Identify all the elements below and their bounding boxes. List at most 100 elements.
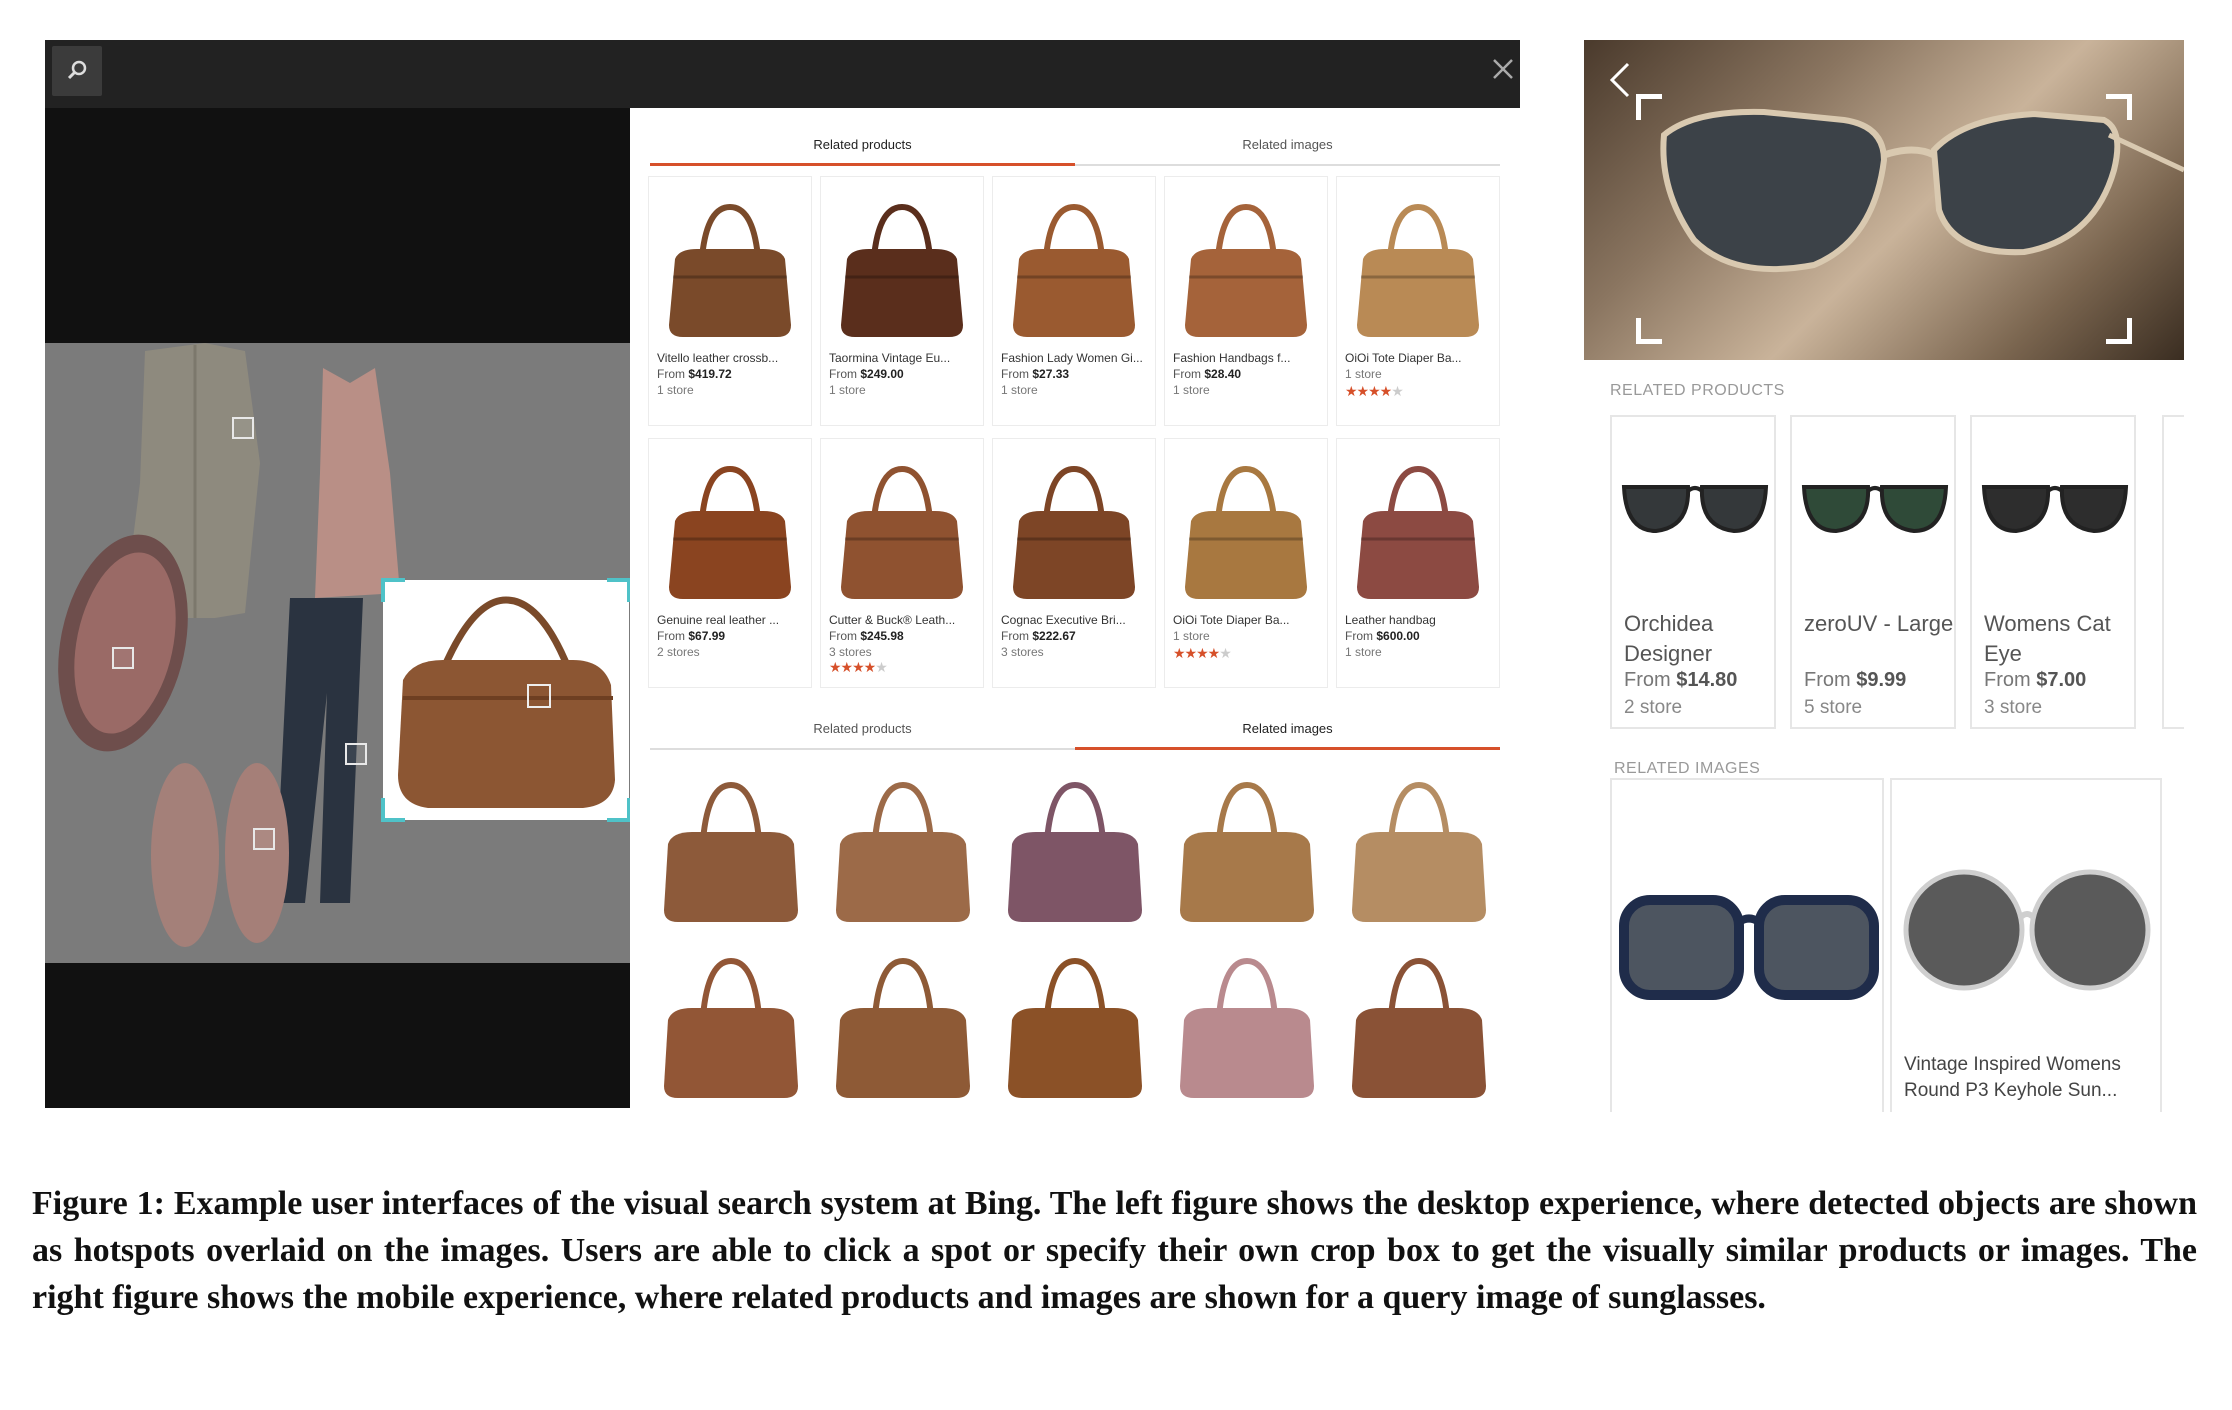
product-name[interactable]: Orchidea Designer xyxy=(1624,609,1774,669)
hotspot-shoes[interactable] xyxy=(253,828,275,850)
product-price: From $9.99 xyxy=(1804,669,1906,692)
product-card[interactable]: Cognac Executive Bri... From $222.67 3 sto… xyxy=(992,438,1156,688)
product-card[interactable]: Orchidea Designer From $14.80 2 store xyxy=(1610,415,1776,729)
back-arrow-icon[interactable] xyxy=(1606,60,1634,100)
product-title[interactable]: Cognac Executive Bri... xyxy=(1001,613,1151,627)
product-image[interactable] xyxy=(657,187,803,347)
price-value: $9.99 xyxy=(1856,669,1907,691)
crop-corner[interactable] xyxy=(1636,318,1662,344)
mobile-experience: RELATED PRODUCTS Orchidea Designer From $… xyxy=(1584,40,2184,1112)
price-prefix: From xyxy=(1984,669,2031,691)
product-card[interactable]: Genuine real leather ... From $67.99 2 sto… xyxy=(648,438,812,688)
product-title[interactable]: Leather handbag xyxy=(1345,613,1495,627)
product-card[interactable]: Fashion Handbags f... From $28.40 1 store xyxy=(1164,176,1328,426)
related-image[interactable] xyxy=(820,936,986,1108)
product-image[interactable] xyxy=(829,187,975,347)
product-image[interactable] xyxy=(1796,457,1954,557)
close-icon[interactable] xyxy=(1488,54,1518,84)
product-title[interactable]: OiOi Tote Diaper Ba... xyxy=(1345,351,1495,365)
crop-box[interactable] xyxy=(381,578,631,822)
store-count: 1 store xyxy=(1001,383,1038,397)
product-price: From $67.99 xyxy=(657,629,725,643)
related-image[interactable] xyxy=(1336,936,1502,1108)
related-image[interactable] xyxy=(820,760,986,932)
product-price: From $419.72 xyxy=(657,367,732,381)
product-card[interactable]: OiOi Tote Diaper Ba... 1 store ★★★★★ xyxy=(1164,438,1328,688)
crop-corner[interactable] xyxy=(381,798,405,822)
product-card[interactable]: Fashion Lady Women Gi... From $27.33 1 sto… xyxy=(992,176,1156,426)
rating-stars: ★★★★★ xyxy=(829,659,888,675)
crop-corner[interactable] xyxy=(2106,318,2132,344)
product-card[interactable]: Leather handbag From $600.00 1 store xyxy=(1336,438,1500,688)
product-image[interactable] xyxy=(1173,187,1319,347)
product-title[interactable]: Fashion Lady Women Gi... xyxy=(1001,351,1151,365)
product-title[interactable]: Cutter & Buck® Leath... xyxy=(829,613,979,627)
product-title[interactable]: Genuine real leather ... xyxy=(657,613,807,627)
desktop-toolbar xyxy=(45,40,1520,108)
product-card[interactable]: Womens Cat Eye From $7.00 3 store xyxy=(1970,415,2136,729)
crop-corner[interactable] xyxy=(607,578,631,602)
hotspot-cardigan[interactable] xyxy=(232,417,254,439)
crop-corner[interactable] xyxy=(607,798,631,822)
tab-related-products[interactable]: Related products xyxy=(650,714,1075,750)
crop-box[interactable] xyxy=(1636,94,2132,344)
crop-corner[interactable] xyxy=(2106,94,2132,120)
tab-bar: Related products Related images xyxy=(650,130,1500,166)
tab-related-images[interactable]: Related images xyxy=(1075,714,1500,750)
related-image[interactable] xyxy=(992,936,1158,1108)
product-title[interactable]: Vitello leather crossb... xyxy=(657,351,807,365)
product-card-partial[interactable] xyxy=(2162,415,2184,729)
product-card[interactable]: zeroUV - Large From $9.99 5 store xyxy=(1790,415,1956,729)
product-name[interactable]: Womens Cat Eye xyxy=(1984,609,2134,669)
section-heading: RELATED PRODUCTS xyxy=(1610,382,1785,399)
rating-stars: ★★★★★ xyxy=(1345,383,1404,399)
related-image[interactable] xyxy=(1164,760,1330,932)
product-card[interactable]: OiOi Tote Diaper Ba... 1 store ★★★★★ xyxy=(1336,176,1500,426)
hotspot-jeans[interactable] xyxy=(345,743,367,765)
product-image[interactable] xyxy=(1976,457,2134,557)
price-value: $222.67 xyxy=(1032,629,1076,643)
related-image[interactable] xyxy=(1336,760,1502,932)
product-title[interactable]: OiOi Tote Diaper Ba... xyxy=(1173,613,1323,627)
product-image[interactable] xyxy=(657,449,803,609)
store-count: 3 store xyxy=(1984,697,2043,718)
related-image-card[interactable]: Vintage Inspired Womens Round P3 Keyhole… xyxy=(1890,778,2162,1112)
product-image[interactable] xyxy=(1616,457,1774,557)
price-prefix: From xyxy=(657,629,685,643)
product-card[interactable]: Cutter & Buck® Leath... From $245.98 3 sto… xyxy=(820,438,984,688)
price-value: $14.80 xyxy=(1676,669,1738,691)
related-image[interactable] xyxy=(648,936,814,1108)
product-card[interactable]: Vitello leather crossb... From $419.72 1 s… xyxy=(648,176,812,426)
rating-stars: ★★★★★ xyxy=(1173,645,1232,661)
product-image[interactable] xyxy=(1345,449,1491,609)
tab-bar: Related products Related images xyxy=(650,714,1500,750)
crop-corner[interactable] xyxy=(381,578,405,602)
product-image[interactable] xyxy=(1345,187,1491,347)
query-image xyxy=(1584,40,2184,360)
product-title[interactable]: Taormina Vintage Eu... xyxy=(829,351,979,365)
tab-related-products[interactable]: Related products xyxy=(650,130,1075,166)
related-image[interactable] xyxy=(1164,936,1330,1108)
product-price: From $249.00 xyxy=(829,367,904,381)
store-count: 2 stores xyxy=(657,645,700,659)
store-count: 2 store xyxy=(1624,697,1683,718)
product-image[interactable] xyxy=(1173,449,1319,609)
product-image[interactable] xyxy=(1001,187,1147,347)
product-title[interactable]: Fashion Handbags f... xyxy=(1173,351,1323,365)
store-count: 1 store xyxy=(1345,367,1382,381)
product-name[interactable]: zeroUV - Large xyxy=(1804,609,1954,639)
tab-related-images[interactable]: Related images xyxy=(1075,130,1500,166)
store-count: 3 stores xyxy=(829,645,872,659)
tab-label: Related products xyxy=(813,721,912,736)
related-image[interactable] xyxy=(648,760,814,932)
related-image[interactable] xyxy=(992,760,1158,932)
search-icon[interactable] xyxy=(52,46,102,96)
hotspot-ring[interactable] xyxy=(112,647,134,669)
crop-corner[interactable] xyxy=(1636,94,1662,120)
product-image[interactable] xyxy=(1001,449,1147,609)
product-card[interactable]: Taormina Vintage Eu... From $249.00 1 stor… xyxy=(820,176,984,426)
product-image[interactable] xyxy=(829,449,975,609)
related-image-card[interactable] xyxy=(1610,778,1884,1112)
price-value: $67.99 xyxy=(688,629,726,643)
store-count: 1 store xyxy=(1173,629,1210,643)
